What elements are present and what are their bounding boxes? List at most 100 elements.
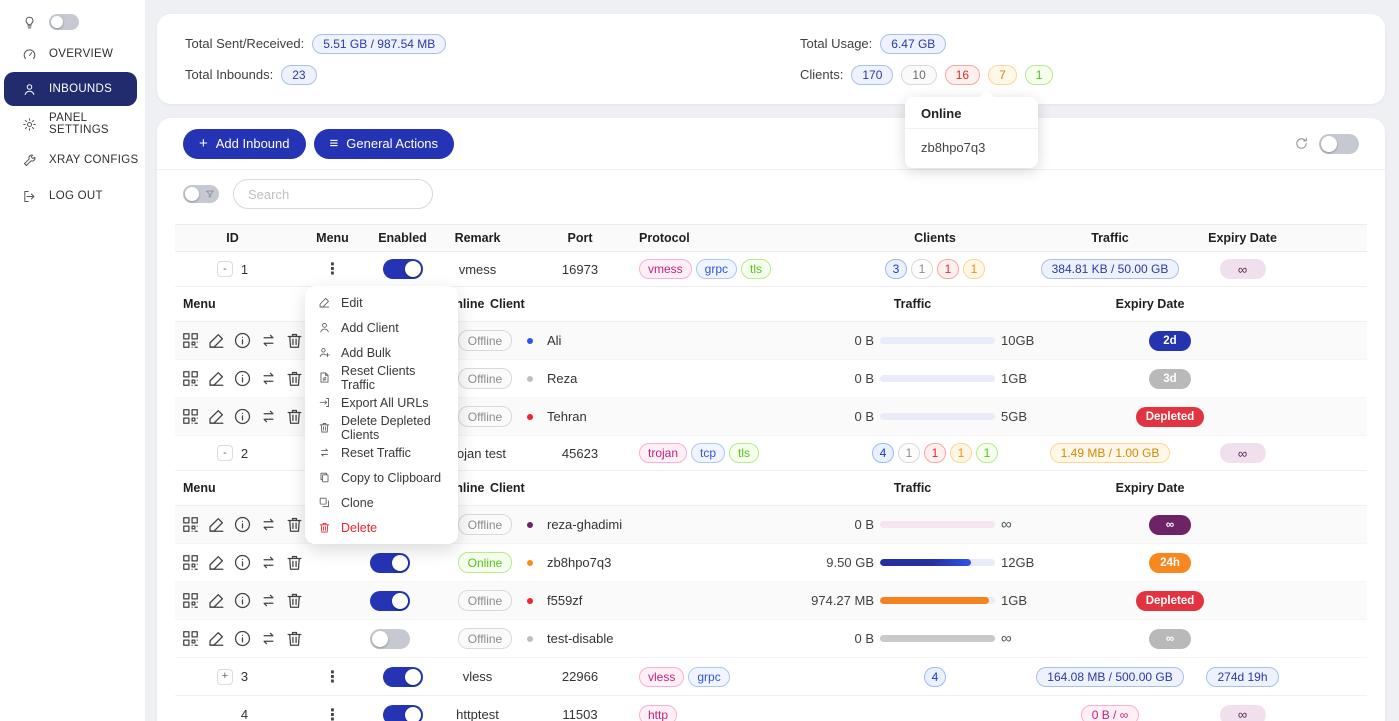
edit-icon[interactable] [207, 369, 226, 388]
qr-code-icon[interactable] [181, 331, 200, 350]
reset-traffic-icon[interactable] [259, 407, 278, 426]
sidebar-item-xray-configs[interactable]: XRAY CONFIGS [0, 142, 145, 178]
info-icon[interactable] [233, 331, 252, 350]
row-menu-button[interactable]: ⋮ [317, 667, 349, 687]
edit-icon[interactable] [207, 407, 226, 426]
filter-toggle[interactable] [183, 185, 219, 203]
edit-icon[interactable] [207, 591, 226, 610]
client-count-badge[interactable]: 3 [885, 259, 907, 279]
client-count-badge[interactable]: 1 [898, 443, 920, 463]
add-inbound-button[interactable]: + Add Inbound [183, 129, 306, 159]
reset-traffic-icon[interactable] [259, 515, 278, 534]
menu-cell: ⋮ [290, 667, 375, 687]
subheader-menu: Menu [175, 297, 325, 311]
search-input[interactable] [233, 179, 433, 209]
context-menu-delete-depleted-clients[interactable]: Delete Depleted Clients [305, 415, 458, 440]
general-actions-button[interactable]: ≡ General Actions [314, 129, 455, 159]
context-menu-delete[interactable]: Delete [305, 515, 458, 540]
id-cell: 4 [175, 707, 290, 721]
protocol-tag: grpc [688, 667, 729, 687]
client-enabled-toggle[interactable] [370, 629, 410, 649]
context-menu-export-all-urls[interactable]: Export All URLs [305, 390, 458, 415]
context-menu-reset-traffic[interactable]: Reset Traffic [305, 440, 458, 465]
client-count-badge[interactable]: 1 [937, 259, 959, 279]
client-count-badge[interactable]: 1 [924, 443, 946, 463]
delete-icon[interactable] [285, 591, 304, 610]
clients-expiring-badge[interactable]: 7 [988, 65, 1017, 85]
inbound-port: 11503 [525, 707, 635, 721]
inbound-id: 4 [241, 707, 248, 721]
qr-code-icon[interactable] [181, 629, 200, 648]
clients-depleted-badge[interactable]: 16 [945, 65, 980, 85]
edit-icon[interactable] [207, 629, 226, 648]
stats-right-column: Total Usage: 6.47 GB Clients: 170 10 16 … [800, 30, 1053, 88]
context-menu-add-bulk[interactable]: Add Bulk [305, 340, 458, 365]
enabled-toggle[interactable] [383, 705, 423, 721]
info-icon[interactable] [233, 515, 252, 534]
row-menu-button[interactable]: ⋮ [317, 259, 349, 279]
enabled-toggle[interactable] [383, 259, 423, 279]
sidebar-item-inbounds[interactable]: INBOUNDS [4, 72, 137, 106]
delete-icon[interactable] [285, 553, 304, 572]
client-count-badge[interactable]: 4 [872, 443, 894, 463]
reset-traffic-icon[interactable] [259, 553, 278, 572]
info-icon[interactable] [233, 369, 252, 388]
qr-code-icon[interactable] [181, 407, 200, 426]
client-count-badge[interactable]: 1 [911, 259, 933, 279]
sidebar-item-panel-settings[interactable]: PANEL SETTINGS [0, 106, 145, 142]
clients-online-badge[interactable]: 1 [1025, 65, 1054, 85]
info-icon[interactable] [233, 407, 252, 426]
sidebar-item-overview[interactable]: OVERVIEW [0, 36, 145, 72]
client-enabled-toggle[interactable] [370, 553, 410, 573]
delete-icon[interactable] [285, 369, 304, 388]
delete-icon[interactable] [285, 407, 304, 426]
refresh-icon[interactable] [1294, 136, 1309, 151]
client-count-badge[interactable]: 4 [924, 667, 946, 687]
client-count-badge[interactable]: 1 [976, 443, 998, 463]
qr-code-icon[interactable] [181, 553, 200, 572]
popover-client-name: zb8hpo7q3 [905, 129, 1038, 168]
sidebar-item-log-out[interactable]: LOG OUT [0, 178, 145, 214]
context-menu-clone[interactable]: Clone [305, 490, 458, 515]
info-icon[interactable] [233, 553, 252, 572]
qr-code-icon[interactable] [181, 369, 200, 388]
info-icon[interactable] [233, 591, 252, 610]
client-count-badge[interactable]: 1 [963, 259, 985, 279]
clients-total-badge[interactable]: 170 [851, 65, 893, 85]
edit-icon[interactable] [207, 515, 226, 534]
delete-icon[interactable] [285, 515, 304, 534]
header-expiry: Expiry Date [1175, 231, 1310, 245]
theme-toggle[interactable] [49, 14, 79, 30]
auto-refresh-toggle[interactable] [1319, 134, 1359, 154]
client-name: zb8hpo7q3 [547, 555, 611, 570]
client-count-badge[interactable]: 1 [950, 443, 972, 463]
delete-icon[interactable] [285, 331, 304, 350]
reset-traffic-icon[interactable] [259, 591, 278, 610]
qr-code-icon[interactable] [181, 591, 200, 610]
client-name-cell: reza-ghadimi [515, 517, 795, 532]
context-menu-copy-to-clipboard[interactable]: Copy to Clipboard [305, 465, 458, 490]
info-icon[interactable] [233, 629, 252, 648]
row-menu-button[interactable]: ⋮ [317, 705, 349, 721]
inbound-id: 3 [241, 669, 248, 684]
enabled-toggle[interactable] [383, 667, 423, 687]
expand-button[interactable]: + [217, 669, 233, 685]
client-enabled-toggle[interactable] [370, 591, 410, 611]
sidebar-item-label: OVERVIEW [49, 48, 113, 60]
reset-traffic-icon[interactable] [259, 369, 278, 388]
context-menu-edit[interactable]: Edit [305, 290, 458, 315]
context-menu-reset-clients-traffic[interactable]: Reset Clients Traffic [305, 365, 458, 390]
delete-icon[interactable] [285, 629, 304, 648]
clients-disabled-badge[interactable]: 10 [901, 65, 936, 85]
collapse-button[interactable]: - [217, 261, 233, 277]
header-menu: Menu [290, 231, 375, 245]
client-expiry-cell: 3d [1065, 369, 1275, 389]
reset-traffic-icon[interactable] [259, 629, 278, 648]
context-menu-add-client[interactable]: Add Client [305, 315, 458, 340]
collapse-button[interactable]: - [217, 445, 233, 461]
reset-traffic-icon[interactable] [259, 331, 278, 350]
traffic-total: ∞ [1001, 516, 1012, 533]
edit-icon[interactable] [207, 553, 226, 572]
qr-code-icon[interactable] [181, 515, 200, 534]
edit-icon[interactable] [207, 331, 226, 350]
